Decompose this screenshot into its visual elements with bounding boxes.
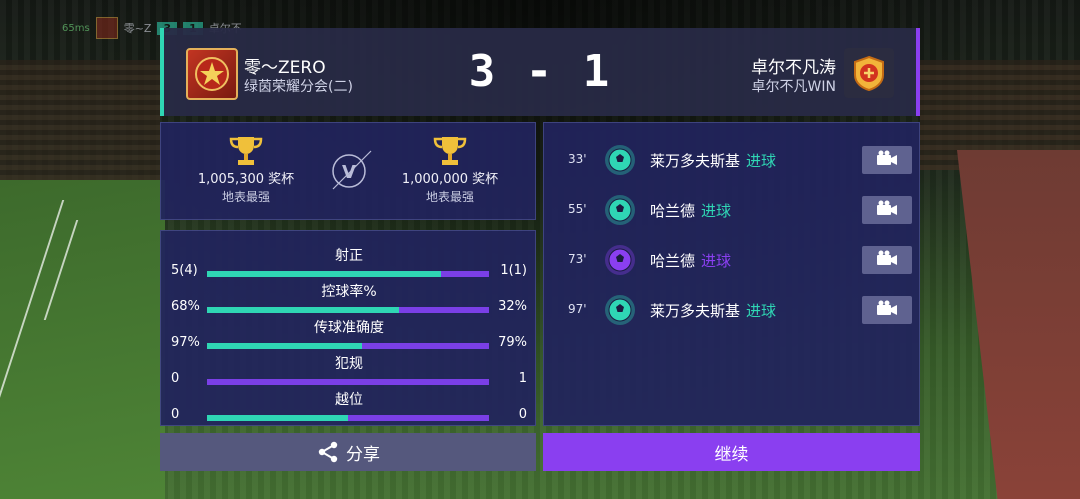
event-type: 进球 <box>746 152 777 170</box>
event-player-name: 哈兰德 <box>650 202 696 220</box>
stat-label: 射正 <box>335 248 363 264</box>
pitch-left <box>0 180 165 499</box>
share-label: 分享 <box>346 444 380 465</box>
stat-row: 控球率% 68% 32% <box>161 281 537 317</box>
stat-home-value: 0 <box>171 407 180 422</box>
replay-button[interactable] <box>862 146 912 174</box>
event-type: 进球 <box>701 202 732 220</box>
stat-row: 犯规 0 1 <box>161 353 537 389</box>
event-player-name: 莱万多夫斯基 <box>650 302 741 320</box>
stat-away-value: 1(1) <box>500 263 527 278</box>
video-camera-icon <box>876 200 898 220</box>
stat-bar <box>207 307 489 313</box>
stat-bar-fill <box>207 415 348 421</box>
away-team-name: 卓尔不凡涛 <box>751 58 836 78</box>
trophy-icon <box>433 137 467 165</box>
event-type: 进球 <box>701 252 732 270</box>
mini-crest-icon <box>95 17 118 39</box>
away-trophy-rank: 地表最强 <box>425 190 474 204</box>
event-player: 莱万多夫斯基 进球 <box>650 300 776 321</box>
replay-button[interactable] <box>862 246 912 274</box>
away-trophy-block: 1,000,000 奖杯 地表最强 <box>375 135 525 205</box>
event-minute: 33' <box>568 152 587 166</box>
events-panel: 33' 莱万多夫斯基 进球 55' 哈兰德 进球 73' 哈兰德 进球 97' 莱万多… <box>543 122 920 426</box>
match-header: 零～ZERO 绿茵荣耀分会(二) 3 - 1 卓尔不凡涛 卓尔不凡WIN <box>160 28 920 116</box>
versus-icon: V <box>329 149 372 190</box>
stats-panel: 射正 5(4) 1(1) 控球率% 68% 32% 传球准确度 97% 79% … <box>160 230 536 426</box>
soccer-ball-icon <box>604 144 636 176</box>
stat-home-value: 5(4) <box>171 263 198 278</box>
event-type: 进球 <box>746 302 777 320</box>
video-camera-icon <box>876 250 898 270</box>
goal-event: 33' 莱万多夫斯基 进球 <box>544 140 921 180</box>
event-minute: 73' <box>568 252 587 266</box>
stat-home-value: 68% <box>171 299 200 314</box>
event-player-name: 莱万多夫斯基 <box>650 152 741 170</box>
replay-button[interactable] <box>862 196 912 224</box>
video-camera-icon <box>876 150 898 170</box>
hud-team-left: 零~Z <box>123 22 152 35</box>
soccer-ball-icon <box>604 244 636 276</box>
goal-event: 73' 哈兰德 进球 <box>544 240 921 280</box>
share-icon <box>318 441 338 463</box>
continue-button[interactable]: 继续 <box>543 433 920 471</box>
share-button[interactable]: 分享 <box>160 433 536 471</box>
stat-away-value: 0 <box>518 407 527 422</box>
stands-left <box>0 60 160 190</box>
stat-row: 越位 0 0 <box>161 389 537 425</box>
video-camera-icon <box>876 300 898 320</box>
trophy-icon <box>229 137 263 165</box>
stat-bar-fill <box>207 343 363 349</box>
goal-event: 97' 莱万多夫斯基 进球 <box>544 290 921 330</box>
stat-label: 越位 <box>335 392 363 408</box>
event-minute: 55' <box>568 202 587 216</box>
stat-bar <box>207 271 489 277</box>
continue-label: 继续 <box>714 444 749 465</box>
stat-bar <box>207 415 489 421</box>
stat-row: 传球准确度 97% 79% <box>161 317 537 353</box>
replay-button[interactable] <box>862 296 912 324</box>
event-minute: 97' <box>568 302 587 316</box>
soccer-ball-icon <box>604 194 636 226</box>
stat-row: 射正 5(4) 1(1) <box>161 245 537 281</box>
stat-bar-fill <box>207 307 399 313</box>
stat-away-value: 79% <box>498 335 527 350</box>
soccer-ball-icon <box>604 294 636 326</box>
stat-home-value: 97% <box>171 335 200 350</box>
away-crest-icon <box>844 48 894 98</box>
stat-away-value: 1 <box>518 371 527 386</box>
stat-bar <box>207 379 489 385</box>
away-trophy-count: 1,000,000 奖杯 <box>401 172 499 187</box>
stat-bar <box>207 343 489 349</box>
event-player-name: 哈兰德 <box>650 252 696 270</box>
event-player: 哈兰德 进球 <box>650 250 731 271</box>
goal-event: 55' 哈兰德 进球 <box>544 190 921 230</box>
ping-indicator: 65ms <box>62 22 90 34</box>
trophy-panel: 1,005,300 奖杯 地表最强 V 1,000,000 奖杯 地表最强 <box>160 122 536 220</box>
stat-label: 传球准确度 <box>314 320 384 336</box>
home-trophy-rank: 地表最强 <box>221 190 270 204</box>
home-trophy-block: 1,005,300 奖杯 地表最强 <box>171 135 321 205</box>
stat-away-value: 32% <box>498 299 527 314</box>
versus-label: V <box>342 162 356 183</box>
stat-bar-fill <box>207 271 442 277</box>
stat-label: 犯规 <box>335 356 363 372</box>
stat-label: 控球率% <box>321 284 377 300</box>
event-player: 莱万多夫斯基 进球 <box>650 150 776 171</box>
away-club-name: 卓尔不凡WIN <box>751 79 836 95</box>
event-player: 哈兰德 进球 <box>650 200 731 221</box>
stat-home-value: 0 <box>171 371 180 386</box>
home-trophy-count: 1,005,300 奖杯 <box>197 172 295 187</box>
